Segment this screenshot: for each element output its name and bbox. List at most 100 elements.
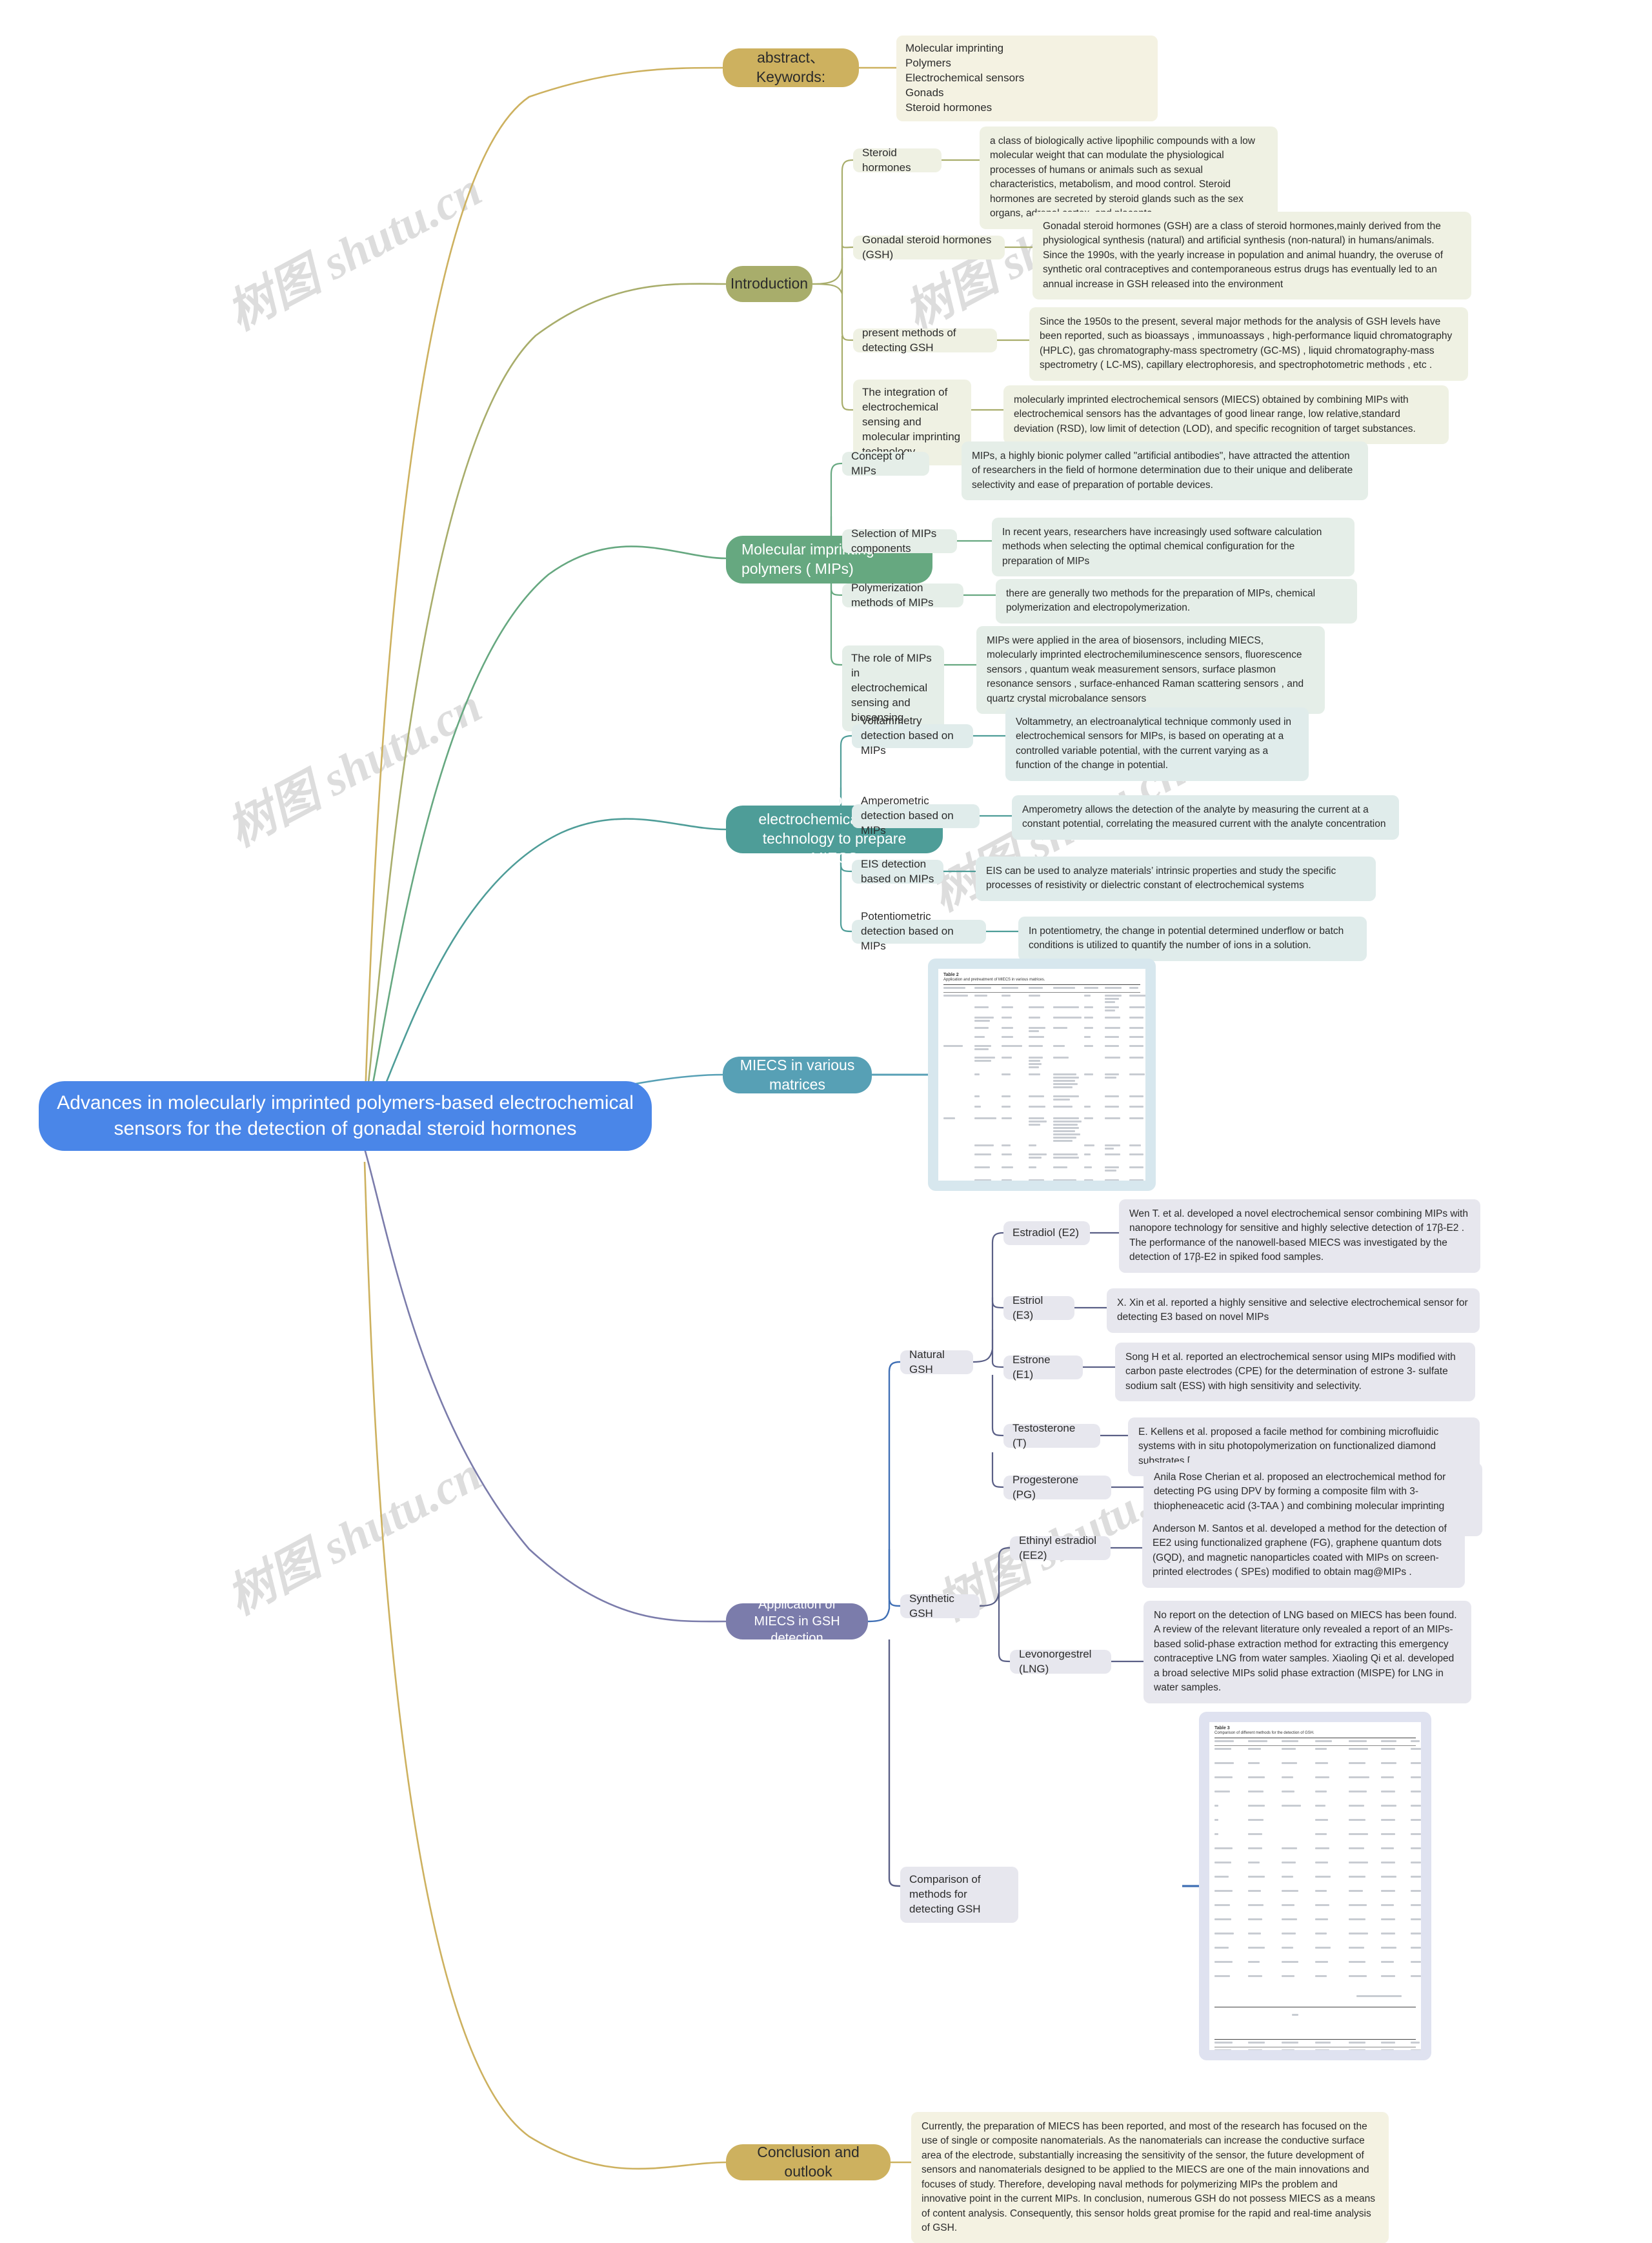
leaf-polymerization-methods[interactable]: there are generally two methods for the … [996, 579, 1357, 624]
sub-label: Gonadal steroid hormones (GSH) [862, 233, 992, 261]
group-comparison-methods[interactable]: Comparison of methods for detecting GSH [900, 1867, 1018, 1923]
leaf-text: Anderson M. Santos et al. developed a me… [1153, 1523, 1447, 1578]
leaf-estriol-e3[interactable]: X. Xin et al. reported a highly sensitiv… [1107, 1288, 1480, 1333]
watermark: 树图 shutu.cn [219, 1447, 490, 1625]
sub-label: Potentiometric detection based on MIPs [861, 910, 954, 952]
leaf-text: there are generally two methods for the … [1006, 588, 1316, 614]
sub-label: Estrone (E1) [1012, 1353, 1051, 1381]
root-node[interactable]: Advances in molecularly imprinted polyme… [39, 1081, 652, 1151]
table2-caption: Application and pretreatment of MIECS in… [943, 978, 1045, 982]
sub-estradiol-e2[interactable]: Estradiol (E2) [1003, 1221, 1090, 1245]
leaf-text: a class of biologically active lipophili… [990, 136, 1255, 219]
table2-title: Table 2 [943, 973, 959, 977]
leaf-text: Wen T. et al. developed a novel electroc… [1129, 1208, 1468, 1263]
sub-progesterone-pg[interactable]: Progesterone (PG) [1003, 1474, 1111, 1501]
sub-estrone-e1[interactable]: Estrone (E1) [1003, 1354, 1083, 1381]
table3-caption: Comparison of different methods for the … [1214, 1731, 1315, 1735]
branch-conclusion[interactable]: Conclusion and outlook [726, 2144, 891, 2180]
leaf-text: Currently, the preparation of MIECS has … [922, 2121, 1376, 2234]
leaf-levonorgestrel-lng[interactable]: No report on the detection of LNG based … [1143, 1601, 1471, 1703]
group-natural-gsh[interactable]: Natural GSH [900, 1348, 973, 1375]
leaf-text: In potentiometry, the change in potentia… [1029, 926, 1344, 951]
leaf-ethinyl-estradiol-ee2[interactable]: Anderson M. Santos et al. developed a me… [1142, 1514, 1465, 1588]
sub-steroid-hormones[interactable]: Steroid hormones [853, 147, 942, 174]
leaf-text: Song H et al. reported an electrochemica… [1125, 1352, 1456, 1392]
sub-levonorgestrel-lng[interactable]: Levonorgestrel (LNG) [1010, 1647, 1111, 1675]
sub-label: Progesterone (PG) [1012, 1473, 1079, 1501]
branch-application-label: Application of MIECS in GSH detection [754, 1598, 840, 1645]
sub-label: Steroid hormones [862, 146, 911, 174]
sub-amperometric-detection[interactable]: Amperometric detection based on MIPs [852, 795, 980, 837]
leaf-text: Voltammetry, an electroanalytical techni… [1016, 716, 1292, 771]
branch-abstract-keywords[interactable]: abstract、Keywords: [723, 48, 859, 87]
mindmap-canvas: 树图 shutu.cn 树图 shutu.cn 树图 shutu.cn 树图 s… [0, 0, 1652, 2243]
sub-estriol-e3[interactable]: Estriol (E3) [1003, 1294, 1074, 1321]
sub-label: Voltammetry detection based on MIPs [861, 715, 954, 756]
leaf-text: MIPs were applied in the area of biosens… [987, 635, 1304, 704]
sub-polymerization-methods[interactable]: Polymerization methods of MIPs [842, 582, 963, 609]
branch-abstract-label: abstract、Keywords: [756, 49, 826, 85]
sub-label: Levonorgestrel (LNG) [1019, 1647, 1092, 1675]
sub-eis-detection[interactable]: EIS detection based on MIPs [852, 857, 943, 885]
sub-concept-of-mips[interactable]: Concept of MIPs [842, 449, 929, 477]
leaf-text: X. Xin et al. reported a highly sensitiv… [1117, 1297, 1468, 1323]
table3b-title [1214, 2033, 1421, 2038]
table3-image-card[interactable]: Table 3 Comparison of different methods … [1199, 1712, 1431, 2060]
leaf-text: molecularly imprinted electrochemical se… [1014, 394, 1416, 434]
table2-image: Table 2 Application and pretreatment of … [938, 969, 1145, 1181]
leaf-integration-ec-mip[interactable]: molecularly imprinted electrochemical se… [1003, 385, 1449, 445]
table2-image-card[interactable]: Table 2 Application and pretreatment of … [928, 959, 1156, 1191]
branch-miecs-matrices[interactable]: MIECS in various matrices [723, 1057, 872, 1093]
table3-image: Table 3 Comparison of different methods … [1209, 1722, 1421, 2050]
sub-label: Amperometric detection based on MIPs [861, 795, 954, 837]
leaf-gonadal-steroid-hormones[interactable]: Gonadal steroid hormones (GSH) are a cla… [1032, 212, 1471, 300]
watermark: 树图 shutu.cn [219, 679, 490, 857]
sub-label: Polymerization methods of MIPs [851, 581, 934, 609]
sub-voltammetry-detection[interactable]: Voltammetry detection based on MIPs [852, 715, 973, 756]
sub-label: present methods of detecting GSH [862, 326, 956, 354]
sub-label: Estradiol (E2) [1012, 1226, 1079, 1239]
branch-application-miecs[interactable]: Application of MIECS in GSH detection [726, 1598, 868, 1645]
branch-miecs-matrices-label: MIECS in various matrices [740, 1056, 855, 1093]
leaf-concept-of-mips[interactable]: MIPs, a highly bionic polymer called "ar… [962, 441, 1368, 501]
leaf-estradiol-e2[interactable]: Wen T. et al. developed a novel electroc… [1119, 1199, 1480, 1273]
leaf-text: In recent years, researchers have increa… [1002, 527, 1322, 567]
branch-introduction[interactable]: Introduction [726, 266, 812, 302]
abstract-keywords-list[interactable]: Molecular imprinting Polymers Electroche… [896, 36, 1158, 121]
leaf-text: Since the 1950s to the present, several … [1040, 316, 1453, 371]
leaf-text: No report on the detection of LNG based … [1154, 1610, 1457, 1694]
sub-selection-of-mips-components[interactable]: Selection of MIPs components [842, 527, 957, 554]
leaf-role-of-mips[interactable]: MIPs were applied in the area of biosens… [976, 626, 1325, 715]
leaf-text: Amperometry allows the detection of the … [1022, 804, 1386, 830]
leaf-estrone-e1[interactable]: Song H et al. reported an electrochemica… [1115, 1343, 1475, 1402]
sub-label: Selection of MIPs components [851, 527, 937, 554]
leaf-text: MIPs, a highly bionic polymer called "ar… [972, 451, 1353, 491]
group-label: Natural GSH [909, 1348, 945, 1375]
sub-label: EIS detection based on MIPs [861, 857, 934, 885]
leaf-present-methods[interactable]: Since the 1950s to the present, several … [1029, 307, 1468, 381]
group-label: Comparison of methods for detecting GSH [909, 1873, 981, 1915]
sub-label: Ethinyl estradiol (EE2) [1019, 1534, 1097, 1561]
group-synthetic-gsh[interactable]: Synthetic GSH [900, 1592, 980, 1619]
leaf-text: EIS can be used to analyze materials’ in… [986, 866, 1336, 891]
sub-ethinyl-estradiol-ee2[interactable]: Ethinyl estradiol (EE2) [1010, 1534, 1111, 1561]
leaf-conclusion[interactable]: Currently, the preparation of MIECS has … [911, 2112, 1389, 2243]
abstract-keywords-text: Molecular imprinting Polymers Electroche… [905, 42, 1025, 114]
sub-label: Estriol (E3) [1012, 1294, 1043, 1321]
sub-label: Testosterone (T) [1012, 1421, 1076, 1449]
sub-present-methods[interactable]: present methods of detecting GSH [853, 327, 997, 354]
watermark: 树图 shutu.cn [219, 163, 490, 341]
leaf-amperometric-detection[interactable]: Amperometry allows the detection of the … [1012, 795, 1399, 840]
leaf-eis-detection[interactable]: EIS can be used to analyze materials’ in… [976, 857, 1376, 901]
table3-title: Table 3 [1214, 1726, 1230, 1730]
leaf-selection-of-mips-components[interactable]: In recent years, researchers have increa… [992, 518, 1355, 577]
sub-label: Concept of MIPs [851, 449, 905, 477]
sub-label: The integration of electrochemical sensi… [862, 386, 961, 458]
leaf-voltammetry-detection[interactable]: Voltammetry, an electroanalytical techni… [1005, 707, 1309, 781]
leaf-potentiometric-detection[interactable]: In potentiometry, the change in potentia… [1018, 917, 1367, 961]
sub-testosterone-t[interactable]: Testosterone (T) [1003, 1421, 1100, 1449]
branch-introduction-label: Introduction [730, 275, 809, 292]
sub-gonadal-steroid-hormones[interactable]: Gonadal steroid hormones (GSH) [853, 234, 1005, 261]
sub-potentiometric-detection[interactable]: Potentiometric detection based on MIPs [852, 910, 986, 952]
leaf-text: Gonadal steroid hormones (GSH) are a cla… [1043, 221, 1444, 290]
